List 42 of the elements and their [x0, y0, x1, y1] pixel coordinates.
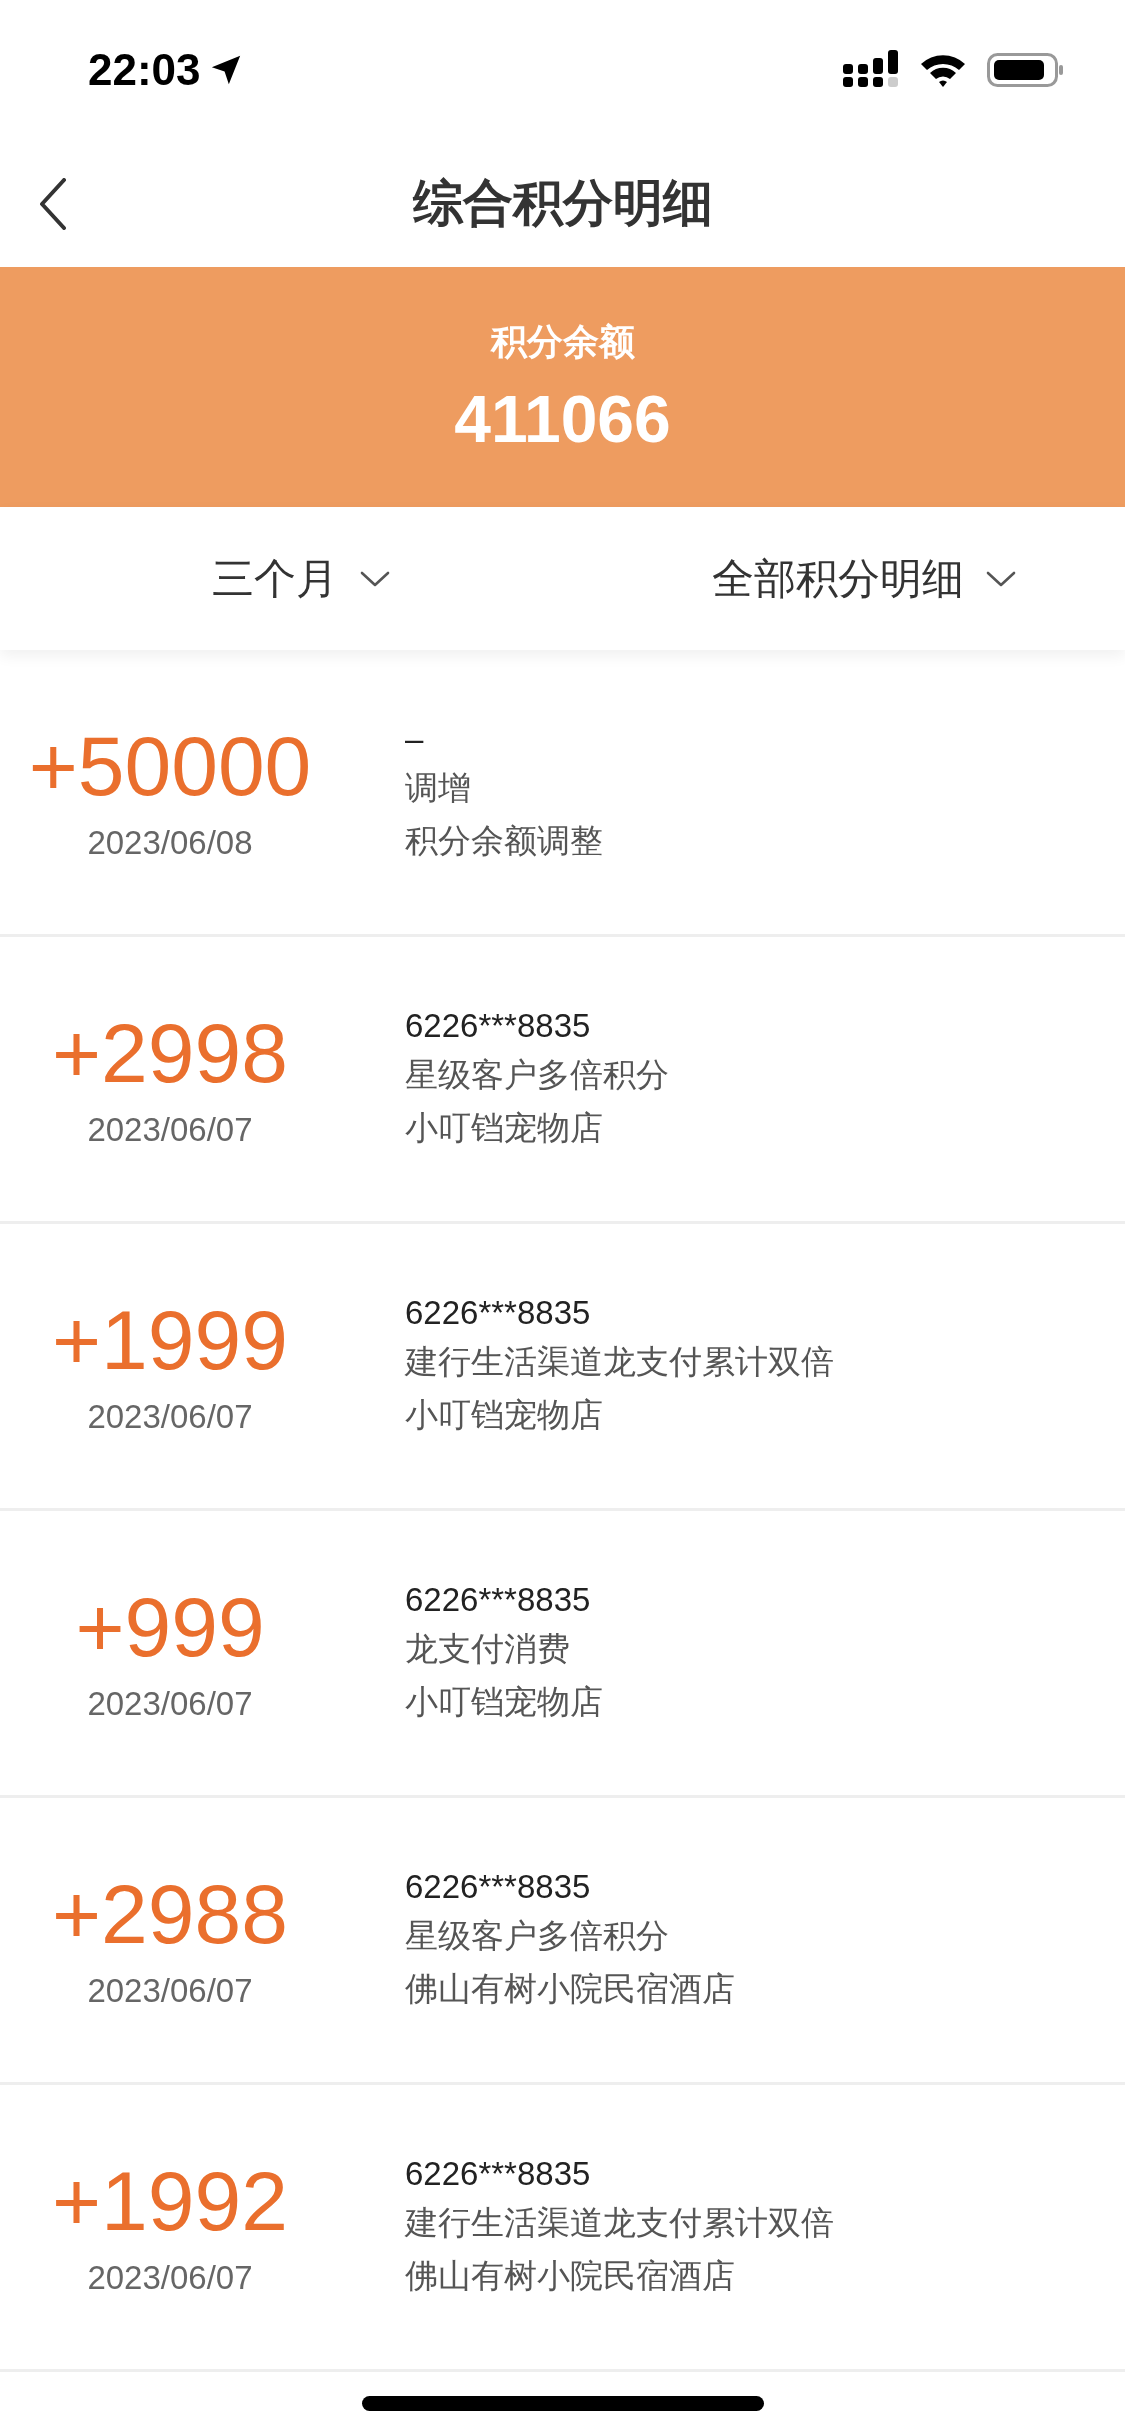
- record-date: 2023/06/07: [87, 1111, 253, 1150]
- card-number: 6226***8835: [405, 2155, 592, 2193]
- record-date: 2023/06/07: [87, 2259, 253, 2298]
- card-number: 6226***8835: [405, 1294, 592, 1332]
- record-type: 建行生活渠道龙支付累计双倍: [405, 2202, 834, 2244]
- back-icon[interactable]: [38, 178, 68, 230]
- points-amount: +1992: [52, 2156, 288, 2246]
- points-amount: +50000: [28, 721, 312, 811]
- points-amount: +2998: [52, 1008, 288, 1098]
- card-number: 6226***8835: [405, 1581, 592, 1619]
- merchant-name: 佛山有树小院民宿酒店: [405, 1968, 735, 2010]
- merchant-name: 小叮铛宠物店: [405, 1394, 604, 1436]
- record-date: 2023/06/07: [87, 1972, 253, 2011]
- signal-icon: [843, 50, 899, 90]
- filter-dropdown[interactable]: 全部积分明细: [562, 550, 1125, 607]
- record-type: 星级客户多倍积分: [405, 1915, 670, 1957]
- points-amount: +999: [75, 1582, 265, 1672]
- page-title: 综合积分明细: [412, 173, 713, 234]
- record-type: 星级客户多倍积分: [405, 1054, 669, 1096]
- record-date: 2023/06/07: [87, 1398, 253, 1437]
- battery-icon: [987, 51, 1065, 89]
- record-date: 2023/06/07: [87, 1685, 253, 1724]
- record-type: 建行生活渠道龙支付累计双倍: [405, 1341, 834, 1383]
- balance-value: 411066: [454, 380, 671, 457]
- points-amount: +2988: [52, 1869, 288, 1959]
- merchant-name: 佛山有树小院民宿酒店: [405, 2255, 736, 2297]
- caret-icon: [985, 569, 1016, 588]
- record-type: 龙支付消费: [405, 1628, 571, 1670]
- merchant-name: 积分余额调整: [405, 820, 603, 862]
- wifi-icon: [919, 52, 967, 88]
- filter-dropdown[interactable]: 三个月: [0, 550, 563, 607]
- merchant-name: 小叮铛宠物店: [405, 1107, 604, 1149]
- caret-icon: [360, 569, 391, 588]
- card-number: –: [405, 720, 425, 758]
- points-amount: +1999: [52, 1295, 288, 1385]
- record-type: 调增: [405, 767, 472, 809]
- merchant-name: 小叮铛宠物店: [405, 1681, 603, 1723]
- record-date: 2023/06/08: [87, 824, 253, 863]
- status-time: 22:03: [88, 45, 201, 95]
- card-number: 6226***8835: [405, 1007, 592, 1045]
- card-number: 6226***8835: [405, 1868, 592, 1906]
- balance-label: 积分余额: [490, 319, 635, 364]
